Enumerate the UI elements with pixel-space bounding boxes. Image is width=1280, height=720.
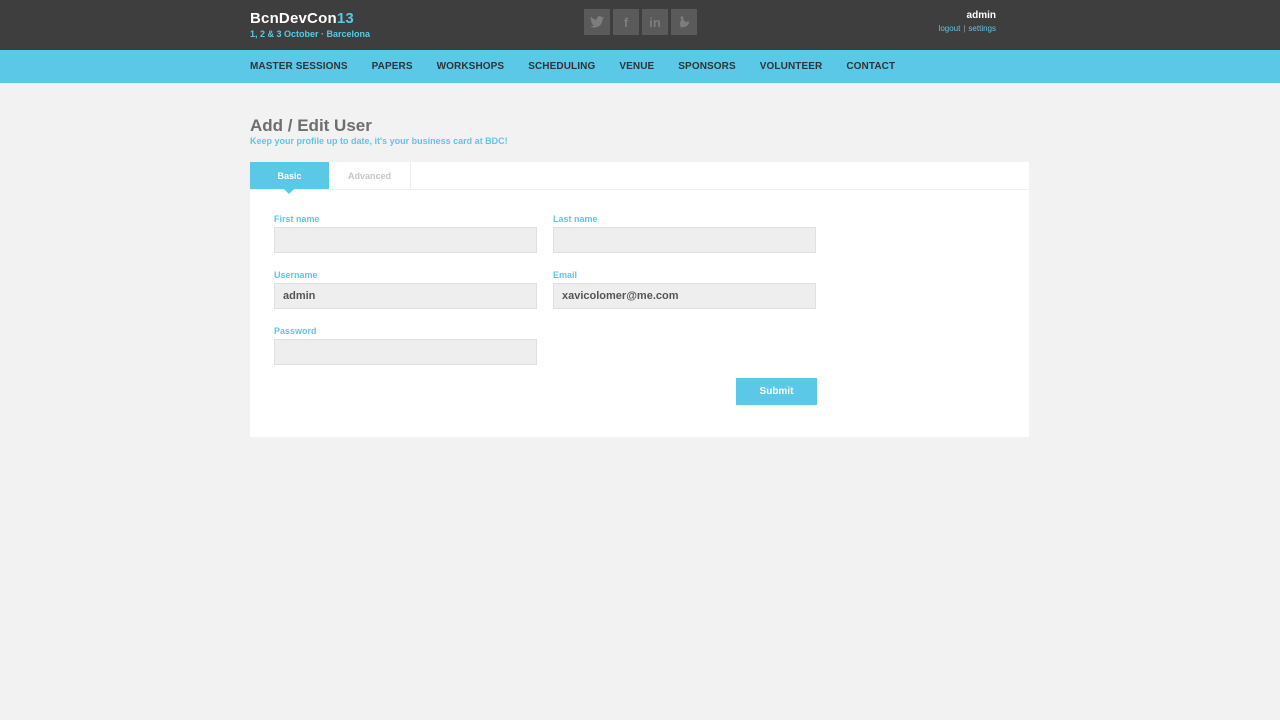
user-name: admin — [966, 10, 996, 21]
top-bar: BcnDevCon13 1, 2 & 3 October · Barcelona… — [0, 0, 1280, 50]
twitter-icon[interactable] — [584, 9, 610, 35]
username-input[interactable] — [274, 283, 537, 309]
nav-item-venue[interactable]: VENUE — [619, 61, 654, 72]
facebook-icon[interactable]: f — [613, 9, 639, 35]
form-tabs: Basic Advanced — [250, 162, 1029, 194]
submit-button[interactable]: Submit — [736, 378, 817, 405]
page-subtitle: Keep your profile up to date, it's your … — [250, 136, 508, 146]
tab-basic-label: Basic — [277, 170, 302, 181]
social-links: f in — [584, 9, 697, 35]
bird-icon[interactable] — [671, 9, 697, 35]
nav-item-workshops[interactable]: WORKSHOPS — [437, 61, 505, 72]
settings-link[interactable]: settings — [968, 24, 996, 33]
nav-item-contact[interactable]: CONTACT — [846, 61, 895, 72]
nav-item-volunteer[interactable]: VOLUNTEER — [760, 61, 823, 72]
link-separator: | — [963, 24, 966, 33]
nav-item-scheduling[interactable]: SCHEDULING — [528, 61, 595, 72]
page-title: Add / Edit User — [250, 116, 372, 135]
last-name-label: Last name — [553, 214, 598, 224]
brand-subtitle: 1, 2 & 3 October · Barcelona — [250, 29, 371, 39]
brand-year: 13 — [336, 10, 354, 27]
nav-item-sponsors[interactable]: SPONSORS — [678, 61, 735, 72]
brand-title: BcnDevCon13 — [250, 10, 370, 27]
email-label: Email — [553, 270, 578, 280]
nav-item-master-sessions[interactable]: MASTER SESSIONS — [250, 61, 348, 72]
password-label: Password — [274, 326, 317, 336]
email-input[interactable] — [553, 283, 816, 309]
user-form-card: Basic Advanced First name Last name User… — [250, 162, 1029, 437]
brand[interactable]: BcnDevCon13 1, 2 & 3 October · Barcelona — [250, 10, 370, 40]
nav-item-papers[interactable]: PAPERS — [372, 61, 413, 72]
brand-name: BcnDevCon — [250, 10, 337, 27]
main-nav: MASTER SESSIONS PAPERS WORKSHOPS SCHEDUL… — [0, 50, 1280, 83]
username-label: Username — [274, 270, 318, 280]
user-menu: admin logout | settings — [939, 10, 996, 35]
first-name-label: First name — [274, 214, 320, 224]
first-name-input[interactable] — [274, 227, 537, 253]
active-tab-pointer — [284, 189, 294, 194]
password-input[interactable] — [274, 339, 537, 365]
logout-link[interactable]: logout — [939, 24, 961, 33]
last-name-input[interactable] — [553, 227, 816, 253]
user-links: logout | settings — [939, 23, 996, 35]
tab-basic[interactable]: Basic — [250, 162, 329, 194]
tab-advanced-label: Advanced — [347, 170, 391, 181]
tab-advanced[interactable]: Advanced — [329, 162, 411, 189]
linkedin-icon[interactable]: in — [642, 9, 668, 35]
